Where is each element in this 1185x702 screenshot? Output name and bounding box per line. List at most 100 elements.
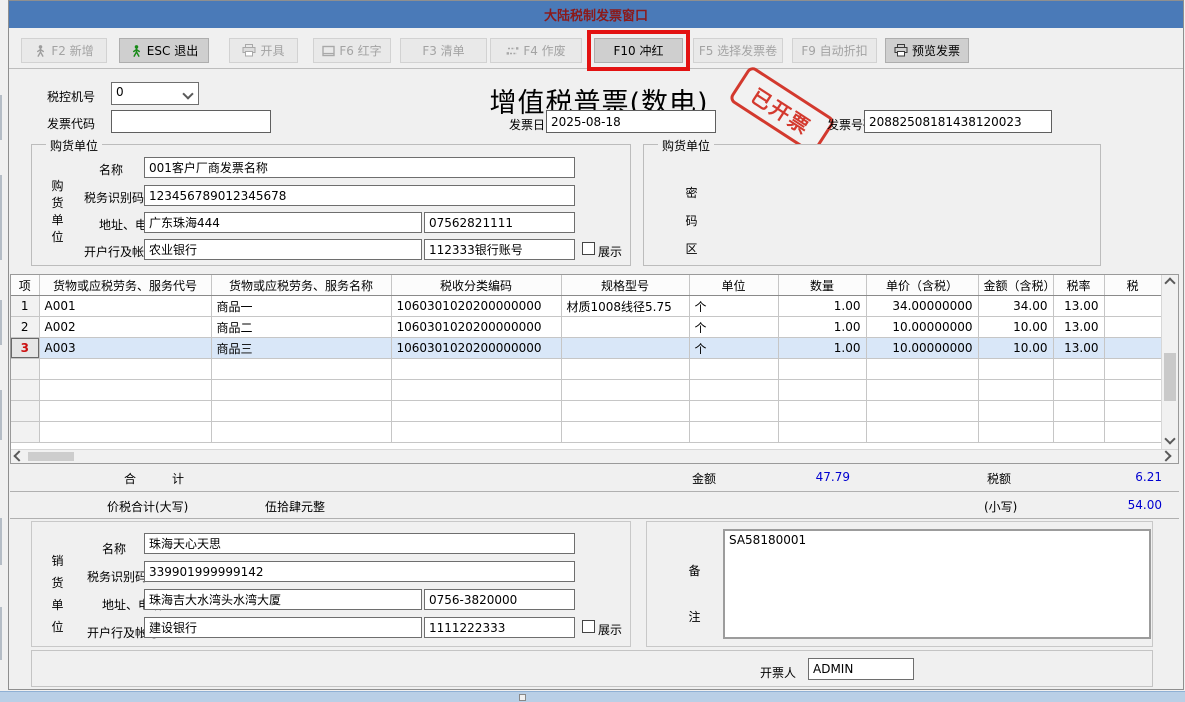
issuer-panel: 开票人 <box>31 650 1153 687</box>
cell-code[interactable]: A001 <box>39 296 211 317</box>
table-row[interactable]: 2 A002 商品二 1060301020200000000 个 1.00 10… <box>11 317 1161 338</box>
tax-machine-select[interactable]: 0 <box>111 82 199 105</box>
cell-price[interactable]: 34.00000000 <box>866 296 978 317</box>
vertical-scrollbar[interactable] <box>1161 275 1178 449</box>
red-letter-button-label: F6 红字 <box>339 42 381 59</box>
invoice-code-input[interactable] <box>111 110 271 133</box>
remark-textarea[interactable]: SA58180001 <box>723 529 1151 639</box>
invoice-number-input[interactable] <box>864 110 1052 133</box>
cell-tax[interactable] <box>1104 317 1161 338</box>
row-number: 3 <box>11 338 39 359</box>
col-header-code[interactable]: 货物或应税劳务、服务代号 <box>39 275 211 296</box>
password-area-groupbox: 购货单位 密码区 <box>643 144 1101 266</box>
horizontal-scroll-thumb[interactable] <box>28 452 74 461</box>
total-in-words-row: 价税合计(大写) 伍拾肆元整 (小写) 54.00 <box>10 491 1179 519</box>
seller-name-input[interactable] <box>144 533 575 554</box>
select-roll-button[interactable]: F5 选择发票卷 <box>693 38 783 63</box>
buyer-show-checkbox[interactable] <box>582 242 595 255</box>
cell-amount[interactable]: 34.00 <box>978 296 1053 317</box>
cell-qty[interactable]: 1.00 <box>778 338 866 359</box>
window-titlebar[interactable]: 大陆税制发票窗口 <box>9 1 1183 28</box>
table-row-empty[interactable] <box>11 422 1161 443</box>
cell-name[interactable]: 商品二 <box>211 317 391 338</box>
cell-code[interactable]: A003 <box>39 338 211 359</box>
scroll-down-icon[interactable] <box>1163 433 1177 445</box>
vertical-scroll-thumb[interactable] <box>1164 353 1176 401</box>
red-letter-button[interactable]: F6 红字 <box>313 38 391 63</box>
scroll-right-icon[interactable] <box>1159 450 1173 462</box>
cell-qty[interactable]: 1.00 <box>778 317 866 338</box>
cell-code[interactable]: A002 <box>39 317 211 338</box>
horizontal-scrollbar[interactable] <box>11 449 1178 463</box>
cell-amount[interactable]: 10.00 <box>978 317 1053 338</box>
table-row-empty[interactable] <box>11 380 1161 401</box>
cell-unit[interactable]: 个 <box>689 317 778 338</box>
preview-invoice-button[interactable]: 预览发票 <box>885 38 969 63</box>
cell-taxcode[interactable]: 1060301020200000000 <box>391 317 561 338</box>
scroll-left-icon[interactable] <box>12 450 26 462</box>
remark-groupbox: 备注 SA58180001 <box>646 521 1153 647</box>
cell-rate[interactable]: 13.00 <box>1053 296 1104 317</box>
cell-unit[interactable]: 个 <box>689 338 778 359</box>
table-row[interactable]: 1 A001 商品一 1060301020200000000 材质1008线径5… <box>11 296 1161 317</box>
cell-rate[interactable]: 13.00 <box>1053 338 1104 359</box>
issue-button[interactable]: 开具 <box>229 38 298 63</box>
invoice-date-input[interactable] <box>546 110 716 133</box>
auto-discount-button[interactable]: F9 自动折扣 <box>792 38 877 63</box>
col-header-rate[interactable]: 税率 <box>1053 275 1104 296</box>
table-row-empty[interactable] <box>11 359 1161 380</box>
col-header-spec[interactable]: 规格型号 <box>561 275 689 296</box>
buyer-taxid-input[interactable] <box>144 185 575 206</box>
cell-qty[interactable]: 1.00 <box>778 296 866 317</box>
tax-total-value: 6.21 <box>1070 470 1162 484</box>
table-row-selected[interactable]: 3 A003 商品三 1060301020200000000 个 1.00 10… <box>11 338 1161 359</box>
cell-taxcode[interactable]: 1060301020200000000 <box>391 296 561 317</box>
scroll-up-icon[interactable] <box>1163 277 1177 289</box>
new-button[interactable]: F2 新增 <box>21 38 107 63</box>
cell-amount[interactable]: 10.00 <box>978 338 1053 359</box>
exit-button[interactable]: ESC 退出 <box>119 38 209 63</box>
cell-spec[interactable] <box>561 317 689 338</box>
col-header-qty[interactable]: 数量 <box>778 275 866 296</box>
cell-tax[interactable] <box>1104 338 1161 359</box>
col-header-item[interactable]: 项 <box>11 275 39 296</box>
background-window-edge <box>0 95 2 140</box>
cell-name[interactable]: 商品三 <box>211 338 391 359</box>
annotation-highlight-box <box>587 30 690 71</box>
cell-price[interactable]: 10.00000000 <box>866 338 978 359</box>
cell-name[interactable]: 商品一 <box>211 296 391 317</box>
col-header-name[interactable]: 货物或应税劳务、服务名称 <box>211 275 391 296</box>
seller-bank-input[interactable] <box>144 617 422 638</box>
cell-tax[interactable] <box>1104 296 1161 317</box>
row-number: 1 <box>11 296 39 317</box>
void-button[interactable]: F4 作废 <box>490 38 582 63</box>
seller-name-label: 名称 <box>102 540 126 557</box>
cell-taxcode[interactable]: 1060301020200000000 <box>391 338 561 359</box>
cell-price[interactable]: 10.00000000 <box>866 317 978 338</box>
splitter-handle[interactable] <box>519 694 526 701</box>
col-header-taxcode[interactable]: 税收分类编码 <box>391 275 561 296</box>
table-row-empty[interactable] <box>11 401 1161 422</box>
buyer-name-input[interactable] <box>144 157 575 178</box>
cell-spec[interactable]: 材质1008线径5.75 <box>561 296 689 317</box>
buyer-bank-input[interactable] <box>144 239 422 260</box>
buyer-phone-input[interactable] <box>424 212 575 233</box>
seller-account-input[interactable] <box>424 617 575 638</box>
cell-rate[interactable]: 13.00 <box>1053 317 1104 338</box>
buyer-account-input[interactable] <box>424 239 575 260</box>
col-header-unit[interactable]: 单位 <box>689 275 778 296</box>
seller-taxid-input[interactable] <box>144 561 575 582</box>
invoice-code-label: 发票代码 <box>47 115 95 132</box>
buyer-address-input[interactable] <box>144 212 422 233</box>
col-header-tax[interactable]: 税 <box>1104 275 1161 296</box>
issuer-input[interactable] <box>808 658 914 680</box>
seller-show-checkbox[interactable] <box>582 620 595 633</box>
list-button[interactable]: F3 清单 <box>400 38 487 63</box>
col-header-price[interactable]: 单价（含税） <box>866 275 978 296</box>
seller-address-input[interactable] <box>144 589 422 610</box>
cell-unit[interactable]: 个 <box>689 296 778 317</box>
col-header-amount[interactable]: 金额（含税） <box>978 275 1053 296</box>
seller-phone-input[interactable] <box>424 589 575 610</box>
cell-spec[interactable] <box>561 338 689 359</box>
buyer-name-label: 名称 <box>99 161 123 178</box>
